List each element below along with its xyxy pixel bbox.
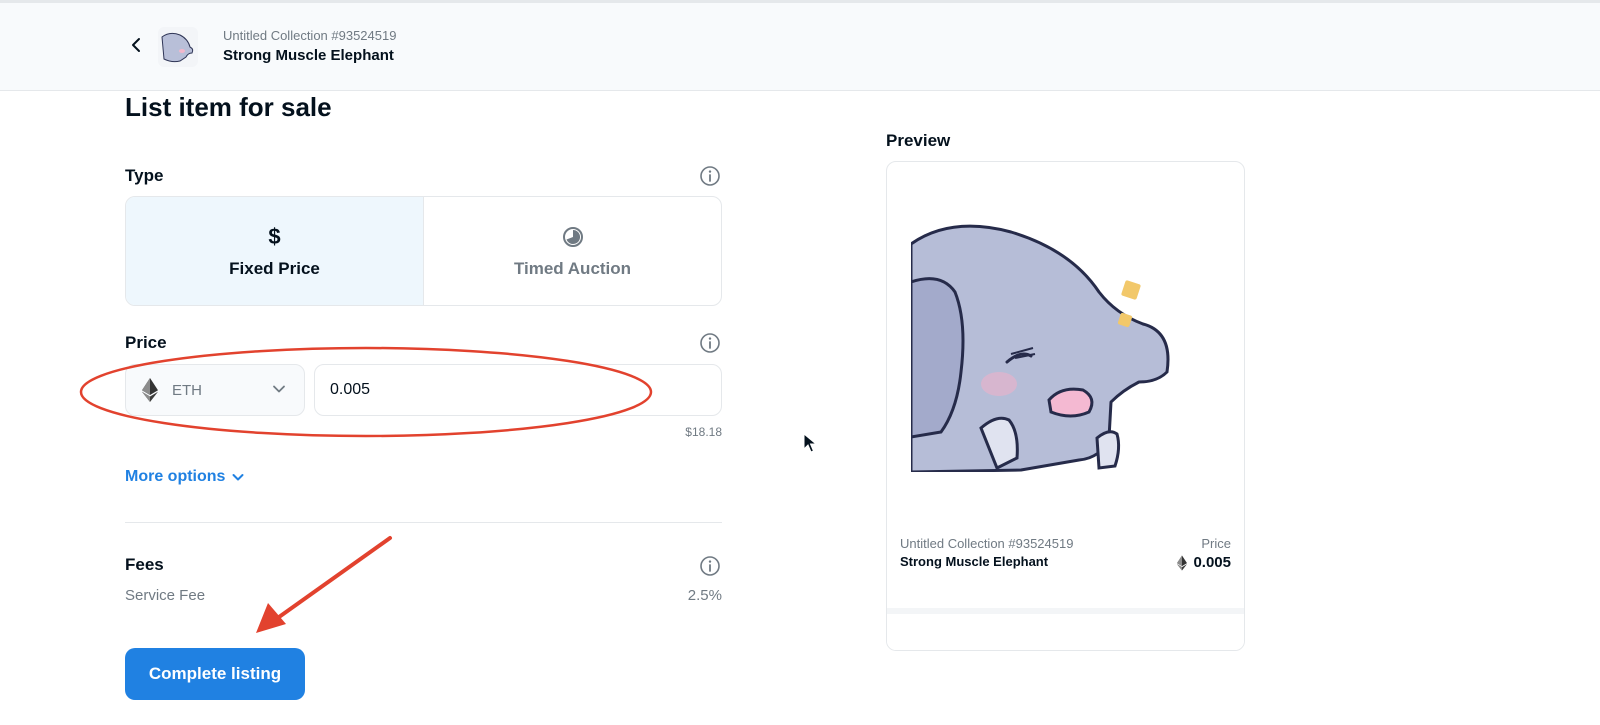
fixed-price-option[interactable]: $ Fixed Price (126, 197, 424, 305)
timed-auction-label: Timed Auction (513, 259, 632, 278)
fixed-price-label: Fixed Price (229, 259, 320, 278)
preview-price-label: Price (1201, 536, 1231, 551)
type-label: Type (125, 166, 164, 185)
header-item-name: Strong Muscle Elephant (223, 47, 394, 64)
nft-preview-image (911, 224, 1170, 472)
ethereum-icon (1177, 555, 1188, 570)
back-button[interactable] (128, 33, 144, 57)
ethereum-icon (142, 378, 158, 402)
price-amount-input[interactable] (314, 364, 722, 416)
annotation-arrow (256, 536, 392, 633)
page-title: List item for sale (125, 92, 332, 122)
more-options-label: More options (125, 468, 226, 485)
chevron-down-icon (232, 474, 244, 481)
service-fee-value: 2.5% (687, 587, 722, 604)
preview-collection-name: Untitled Collection #93524519 (900, 536, 1074, 551)
dollar-icon: $ (268, 224, 281, 249)
timed-auction-option[interactable]: Timed Auction (424, 197, 721, 305)
fees-label: Fees (125, 555, 164, 574)
clock-icon (562, 223, 584, 251)
preview-title: Preview (886, 131, 951, 150)
usd-equivalent: $18.18 (685, 425, 722, 439)
preview-price: 0.005 (1177, 554, 1231, 571)
item-header: Untitled Collection #93524519 Strong Mus… (0, 3, 1600, 91)
complete-listing-button[interactable]: Complete listing (125, 648, 305, 700)
more-options-toggle[interactable]: More options (125, 468, 245, 486)
chevron-left-icon (132, 38, 140, 52)
info-icon[interactable] (699, 555, 721, 577)
info-icon[interactable] (699, 332, 721, 354)
header-collection-name[interactable]: Untitled Collection #93524519 (223, 28, 396, 43)
section-divider (125, 522, 722, 523)
preview-item-name: Strong Muscle Elephant (900, 554, 1049, 569)
preview-price-value: 0.005 (1193, 554, 1231, 571)
currency-select[interactable]: ETH (125, 364, 305, 416)
listing-type-selector: $ Fixed Price Timed Auction (125, 196, 722, 306)
service-fee-label: Service Fee (125, 587, 206, 604)
preview-card-footer (887, 608, 1244, 650)
preview-card[interactable]: Untitled Collection #93524519 Strong Mus… (886, 161, 1245, 651)
chevron-down-icon (273, 385, 285, 393)
mouse-cursor-icon (803, 433, 817, 453)
nft-thumbnail (158, 27, 198, 67)
currency-code: ETH (172, 381, 202, 399)
info-icon[interactable] (699, 165, 721, 187)
price-label: Price (125, 333, 167, 352)
